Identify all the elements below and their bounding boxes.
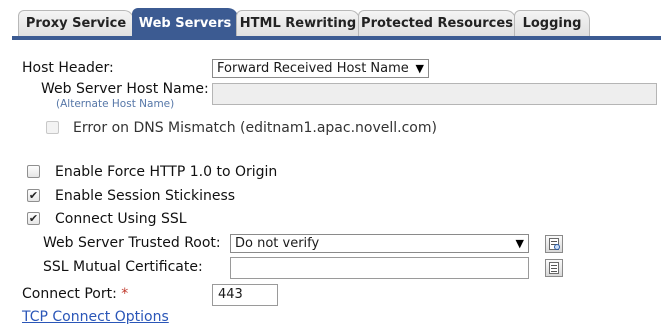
connect-ssl-checkbox[interactable]: ✔ <box>27 212 40 225</box>
tab-underline <box>12 36 661 40</box>
chevron-down-icon: ▼ <box>415 62 424 75</box>
tab-label: HTML Rewriting <box>239 16 357 31</box>
tab-web-servers[interactable]: Web Servers <box>132 8 238 38</box>
tab-logging[interactable]: Logging <box>514 10 590 36</box>
tab-label: Proxy Service <box>25 16 127 31</box>
host-header-select[interactable]: Forward Received Host Name ▼ <box>212 59 429 78</box>
tcp-connect-options-link[interactable]: TCP Connect Options <box>22 309 169 325</box>
host-header-label: Host Header: <box>22 60 114 76</box>
tab-proxy-service[interactable]: Proxy Service <box>18 10 134 36</box>
certificate-list-icon[interactable] <box>545 259 563 277</box>
tab-protected-resources[interactable]: Protected Resources <box>358 10 516 36</box>
force-http10-checkbox[interactable] <box>27 165 40 178</box>
trusted-root-value: Do not verify <box>235 236 320 251</box>
dns-mismatch-label: Error on DNS Mismatch (editnam1.apac.nov… <box>73 120 437 136</box>
web-servers-panel: Proxy Service Web Servers HTML Rewriting… <box>0 0 661 333</box>
session-stickiness-checkbox[interactable]: ✔ <box>27 189 40 202</box>
certificate-search-icon[interactable] <box>545 235 563 253</box>
tab-label: Web Servers <box>138 16 232 31</box>
session-stickiness-label: Enable Session Stickiness <box>55 188 236 204</box>
tab-label: Protected Resources <box>361 16 513 31</box>
connect-port-label-text: Connect Port: <box>22 286 117 302</box>
connect-port-label: Connect Port: * <box>22 286 128 302</box>
host-header-value: Forward Received Host Name <box>217 61 409 76</box>
force-http10-label: Enable Force HTTP 1.0 to Origin <box>55 164 278 180</box>
web-server-host-name-input[interactable] <box>212 83 657 105</box>
trusted-root-select[interactable]: Do not verify ▼ <box>230 234 529 253</box>
tab-label: Logging <box>522 16 582 31</box>
mutual-cert-label: SSL Mutual Certificate: <box>43 259 203 275</box>
connect-port-input[interactable]: 443 <box>212 284 278 306</box>
mutual-cert-input[interactable] <box>230 257 529 279</box>
chevron-down-icon: ▼ <box>515 237 524 250</box>
trusted-root-label: Web Server Trusted Root: <box>43 235 221 251</box>
checkmark-icon: ✔ <box>28 189 39 202</box>
required-marker: * <box>121 286 129 302</box>
alternate-host-name-hint: (Alternate Host Name) <box>56 98 175 110</box>
tab-bar: Proxy Service Web Servers HTML Rewriting… <box>0 0 661 42</box>
web-server-host-name-label: Web Server Host Name: <box>41 81 209 97</box>
dns-mismatch-checkbox[interactable] <box>46 121 59 134</box>
tab-html-rewriting[interactable]: HTML Rewriting <box>236 10 360 36</box>
checkmark-icon: ✔ <box>28 212 39 225</box>
connect-ssl-label: Connect Using SSL <box>55 211 187 227</box>
